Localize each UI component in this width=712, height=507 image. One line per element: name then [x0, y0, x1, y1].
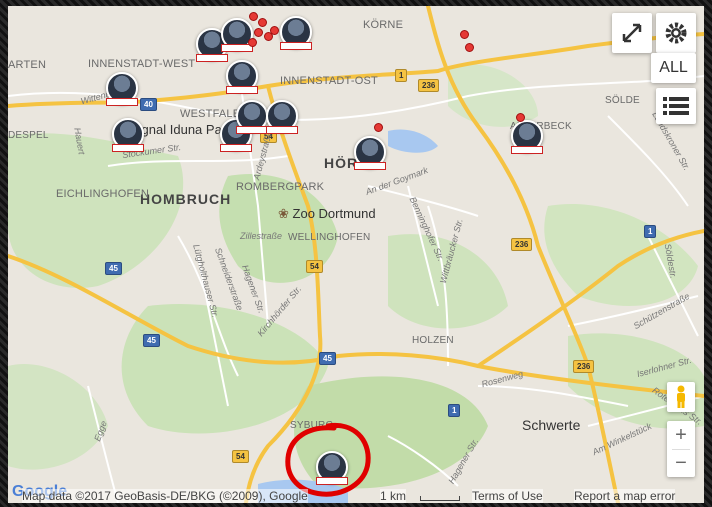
road-shield: 54: [232, 450, 249, 463]
location-dot[interactable]: [254, 28, 263, 37]
list-icon: [663, 97, 689, 115]
location-dot[interactable]: [465, 43, 474, 52]
road-shield: 236: [573, 360, 595, 373]
district-label: ARTEN: [8, 59, 47, 71]
expand-arrows-icon: [622, 23, 642, 43]
location-dot[interactable]: [516, 113, 525, 122]
city-label: Schwerte: [522, 417, 581, 433]
list-button[interactable]: [656, 88, 696, 124]
road-shield: 54: [306, 260, 323, 273]
zoo-label: ❀ Zoo Dortmund: [278, 206, 376, 222]
show-all-button[interactable]: ALL: [651, 53, 696, 83]
zoom-out-button[interactable]: −: [675, 450, 687, 477]
terms-link[interactable]: Terms of Use: [472, 489, 543, 503]
zoo-name: Zoo Dortmund: [292, 206, 376, 221]
photo-marker[interactable]: [354, 136, 386, 170]
fullscreen-button[interactable]: [612, 13, 652, 53]
road-shield: 40: [140, 98, 157, 111]
road-shield: 45: [319, 352, 336, 365]
photo-marker[interactable]: [266, 100, 298, 134]
photo-marker[interactable]: [511, 120, 543, 154]
gear-icon: [665, 22, 687, 44]
street-view-pegman[interactable]: [667, 382, 695, 412]
location-dot[interactable]: [248, 38, 257, 47]
zoom-in-button[interactable]: +: [675, 422, 687, 449]
stadium-label: Signal Iduna Park: [130, 122, 233, 137]
district-label: SÖLDE: [605, 95, 640, 106]
photo-marker[interactable]: [236, 100, 268, 134]
settings-button[interactable]: [656, 13, 696, 53]
road-shield: 1: [448, 404, 461, 417]
district-label: WELLINGHOFEN: [288, 232, 371, 243]
location-dot[interactable]: [270, 26, 279, 35]
image-frame: 1 236 40 54 45 236 1 54 45 45 1 236 54 A…: [0, 0, 712, 507]
district-label: EICHLINGHOFEN: [56, 188, 150, 200]
pegman-icon: [677, 385, 685, 408]
road-shield: 45: [143, 334, 160, 347]
map-data-attribution: Map data ©2017 GeoBasis-DE/BKG (©2009), …: [22, 489, 308, 503]
road-shield: 236: [418, 79, 440, 92]
photo-marker[interactable]: [226, 60, 258, 94]
annotation-circle: [285, 422, 371, 497]
street-label: Zillestraße: [240, 231, 283, 241]
district-label: INNENSTADT-OST: [280, 75, 378, 87]
road-shield: 1: [395, 69, 408, 82]
paw-icon: ❀: [278, 206, 289, 221]
road-shield: 1: [644, 225, 657, 238]
location-dot[interactable]: [258, 18, 267, 27]
district-label: HOLZEN: [412, 335, 454, 346]
photo-marker[interactable]: [280, 16, 312, 50]
location-dot[interactable]: [460, 30, 469, 39]
district-label: DESPEL: [8, 130, 49, 141]
scale-label: 1 km: [380, 489, 407, 503]
location-dot[interactable]: [249, 12, 258, 21]
photo-marker[interactable]: [106, 72, 138, 106]
zoom-control: + −: [667, 421, 695, 477]
road-shield: 45: [105, 262, 122, 275]
map-canvas[interactable]: 1 236 40 54 45 236 1 54 45 45 1 236 54 A…: [8, 6, 704, 503]
district-label: INNENSTADT-WEST: [88, 58, 196, 70]
district-label: HOMBRUCH: [140, 191, 232, 207]
road-shield: 236: [511, 238, 533, 251]
location-dot[interactable]: [374, 123, 383, 132]
district-label: ROMBERGPARK: [236, 181, 325, 193]
report-error-link[interactable]: Report a map error: [574, 489, 676, 503]
district-label: KÖRNE: [363, 19, 404, 31]
attribution-bar: Google Map data ©2017 GeoBasis-DE/BKG (©…: [8, 483, 704, 503]
photo-marker[interactable]: [112, 118, 144, 152]
scale-bar: [420, 496, 460, 501]
